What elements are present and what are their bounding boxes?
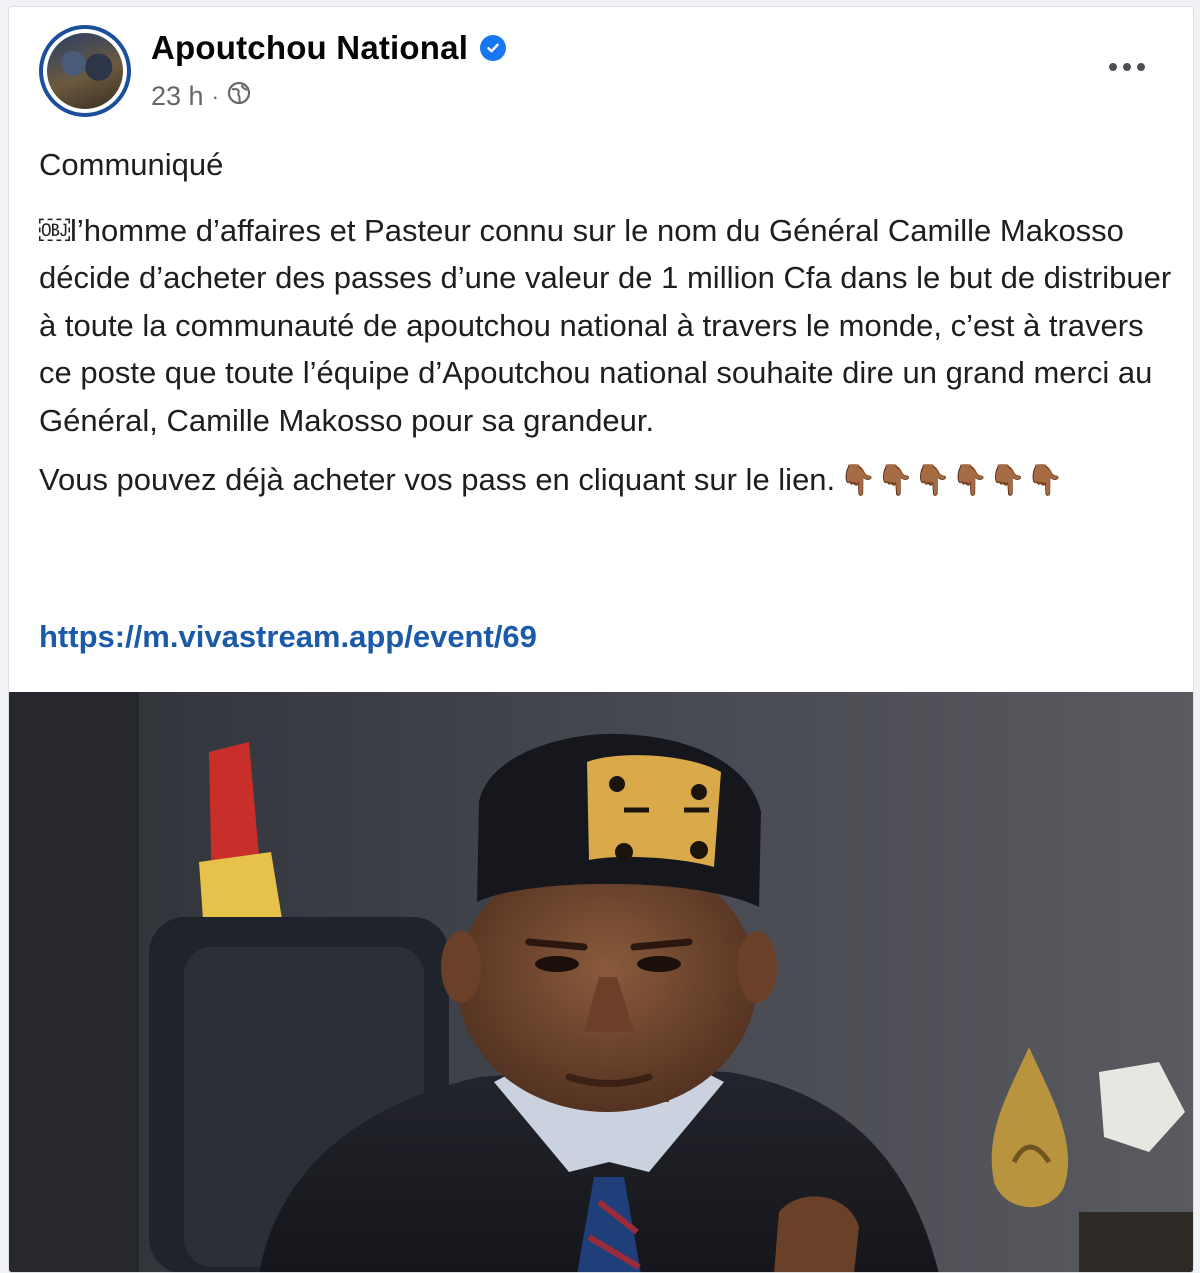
post-body: ￼l’homme d’affaires et Pasteur connu sur…	[39, 207, 1179, 445]
page-name-row: Apoutchou National	[151, 29, 507, 67]
globe-icon	[227, 81, 251, 112]
post-cta: Vous pouvez déjà acheter vos pass en cli…	[39, 456, 1179, 505]
more-options-icon	[1109, 63, 1145, 71]
post-timestamp[interactable]: 23 h	[151, 81, 204, 112]
verified-badge-icon	[480, 35, 507, 61]
post-header: Apoutchou National 23 h ·	[9, 7, 1193, 127]
event-link[interactable]: https://m.vivastream.app/event/69	[39, 619, 537, 655]
post-title: Communiqué	[39, 147, 224, 182]
post-text: Communiqué ￼l’homme d’affaires et Pasteu…	[39, 141, 1179, 505]
avatar-image	[47, 33, 123, 109]
post-photo[interactable]	[9, 692, 1193, 1272]
pointing-down-emoji: 👇🏾👇🏾👇🏾👇🏾👇🏾👇🏾	[839, 464, 1064, 497]
post-meta: 23 h ·	[151, 81, 251, 112]
page-avatar[interactable]	[39, 25, 131, 117]
page-name[interactable]: Apoutchou National	[151, 29, 468, 67]
post-body-text: l’homme d’affaires et Pasteur connu sur …	[39, 212, 1172, 438]
more-options-button[interactable]	[1105, 47, 1149, 87]
post-card: Apoutchou National 23 h · Communiqué ￼l’…	[8, 6, 1194, 1273]
object-replacement-glyph: ￼	[39, 212, 70, 248]
meta-separator: ·	[211, 83, 219, 109]
post-cta-text: Vous pouvez déjà acheter vos pass en cli…	[39, 462, 836, 497]
